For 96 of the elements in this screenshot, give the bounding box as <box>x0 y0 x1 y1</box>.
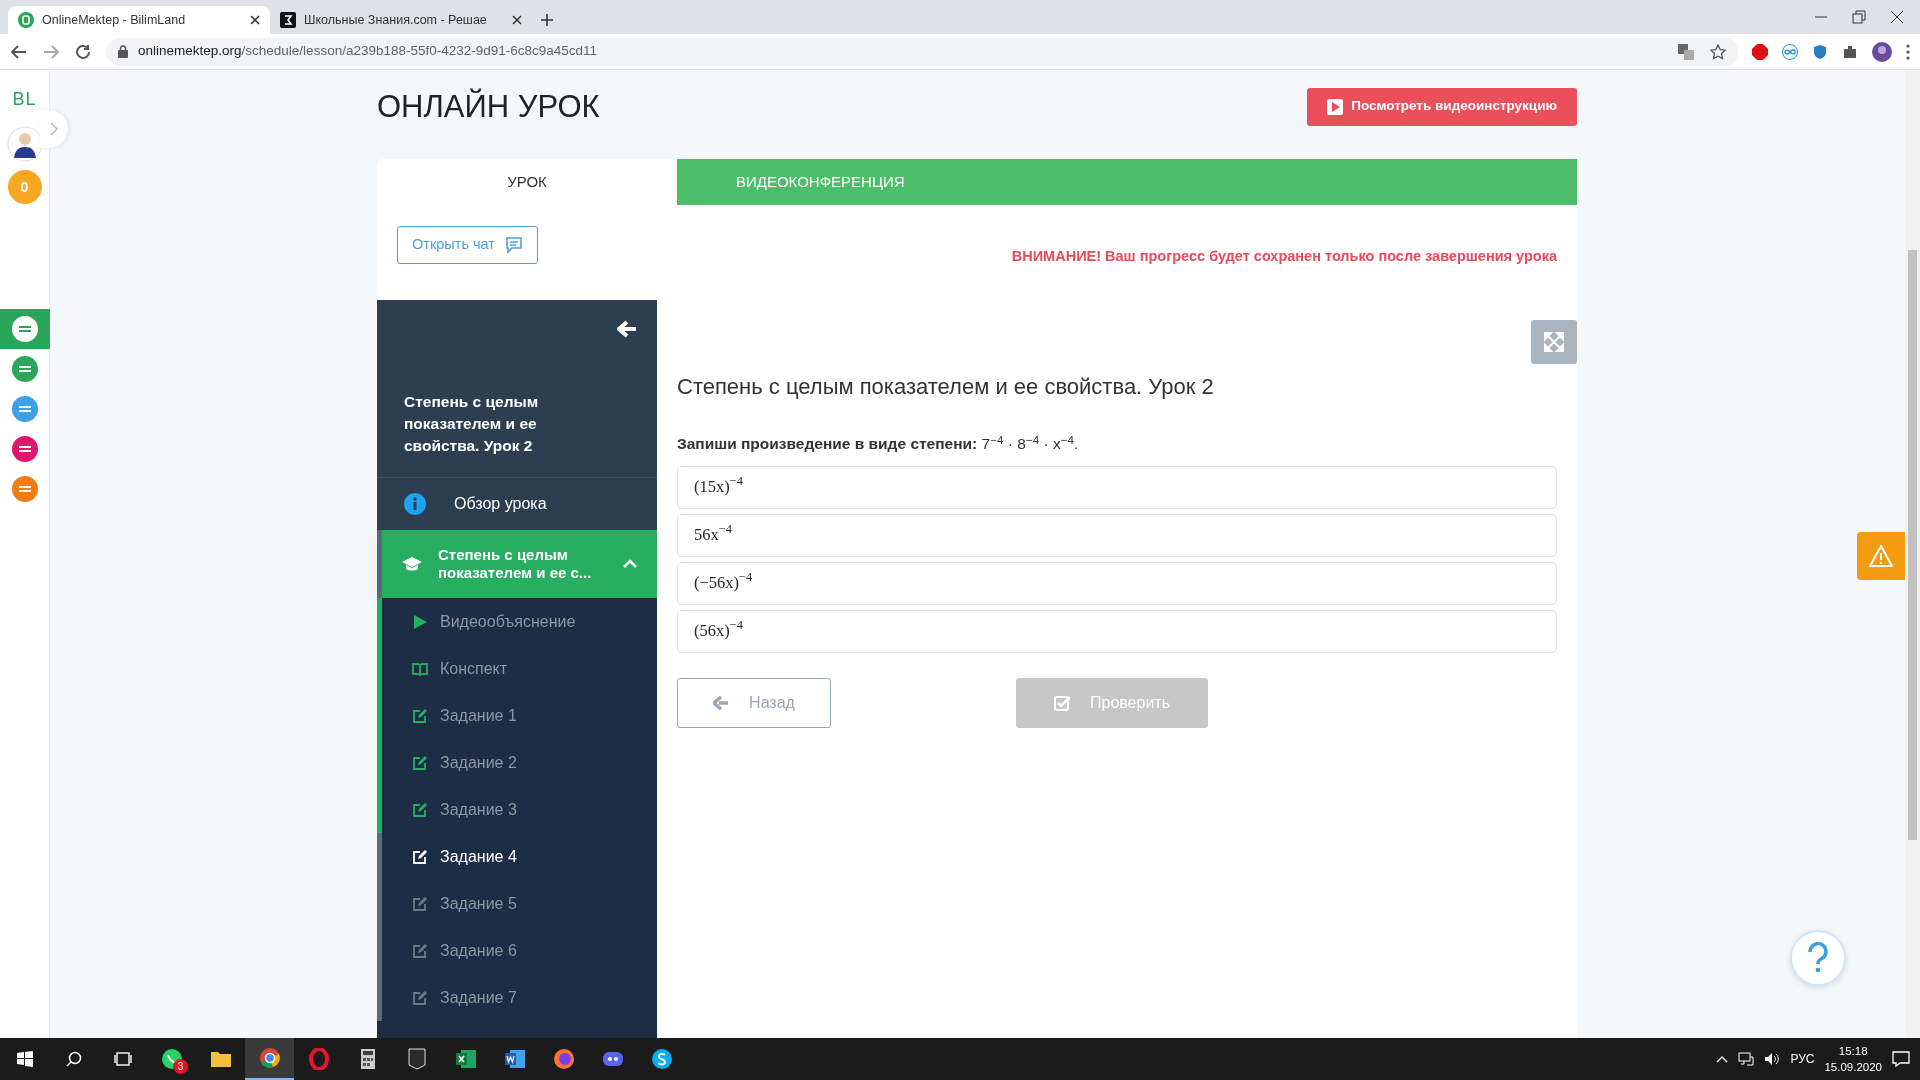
checkbox-icon <box>1054 694 1072 711</box>
taskbar-app[interactable]: 3 <box>147 1038 196 1080</box>
avatar-icon <box>6 126 43 162</box>
reload-icon[interactable] <box>74 42 92 61</box>
menu-icon[interactable] <box>1906 43 1910 60</box>
volume-icon[interactable] <box>1764 1052 1781 1066</box>
edit-icon <box>412 707 428 724</box>
warning-icon <box>1869 545 1893 567</box>
lock-icon <box>118 45 128 58</box>
document-icon <box>503 1048 526 1070</box>
page-title: ОНЛАЙН УРОК <box>377 87 600 126</box>
url-text: onlinemektep.org/schedule/lesson/a239b188-55f0-4232-9d91-6c8c9a45cd11 <box>138 42 598 61</box>
taskbar-app[interactable] <box>245 1038 294 1080</box>
app-logo <box>11 356 38 382</box>
app-logo <box>11 476 38 502</box>
graduation-cap-icon <box>402 556 422 572</box>
infinity-icon[interactable] <box>1782 43 1798 60</box>
answer-option[interactable]: (15x)$^{−4}$ <box>677 465 1557 509</box>
ring-icon <box>307 1048 330 1070</box>
question-icon <box>1807 942 1829 974</box>
notification-icon[interactable] <box>1892 1051 1910 1067</box>
logo[interactable]: BL <box>12 86 37 110</box>
app-shortcut[interactable] <box>0 309 50 349</box>
browser-tab[interactable]: Школьные Знания.com - Решае <box>270 6 532 34</box>
site-icon <box>18 12 34 28</box>
info-icon <box>404 493 426 515</box>
edit-icon <box>412 895 428 912</box>
answer-option[interactable]: 56x$^{−4}$ <box>677 513 1557 557</box>
open-chat-button[interactable]: Открыть чат <box>397 226 538 264</box>
restore-icon[interactable] <box>1852 10 1866 24</box>
clock-date[interactable]: 15.09.2020 <box>1824 1059 1882 1075</box>
app-logo <box>11 316 38 342</box>
chevron-icon <box>50 122 58 136</box>
address-bar[interactable]: onlinemektep.org/schedule/lesson/a239b188-55f0-4232-9d91-6c8c9a45cd11 <box>106 37 1738 66</box>
lesson-step[interactable]: Задание 2 <box>377 739 657 786</box>
answer-option[interactable]: (−56x)$^{−4}$ <box>677 561 1557 605</box>
edit-icon <box>412 848 428 865</box>
help-button[interactable] <box>1790 930 1846 986</box>
windows-icon <box>16 1051 33 1067</box>
edit-icon <box>412 942 428 959</box>
chat-icon <box>504 236 523 254</box>
back-icon[interactable] <box>10 42 28 61</box>
answer-option[interactable]: (56x)$^{−4}$ <box>677 609 1557 653</box>
chevron-icon <box>623 559 637 569</box>
language-indicator[interactable]: РУС <box>1790 1050 1815 1068</box>
lesson-step[interactable]: Задание 6 <box>377 927 657 974</box>
edit-icon <box>412 989 428 1006</box>
search-icon <box>65 1051 82 1067</box>
close-icon[interactable] <box>1890 10 1904 24</box>
close-icon[interactable] <box>512 15 522 25</box>
chevron-up-icon[interactable] <box>1716 1055 1729 1063</box>
expand-icon <box>1544 332 1564 352</box>
close-icon[interactable] <box>250 15 260 25</box>
arrow-left-icon <box>713 695 730 710</box>
edit-icon <box>412 754 428 771</box>
scrollbar[interactable] <box>1905 70 1920 1038</box>
chrome-icon <box>258 1047 281 1069</box>
profile-icon[interactable] <box>1872 41 1892 62</box>
browser-tab[interactable]: OnlineMektep - BilimLand <box>8 6 270 34</box>
coin-counter: 0 <box>7 170 42 204</box>
clock-time[interactable]: 15:18 <box>1824 1043 1882 1059</box>
lesson-step[interactable]: Задание 7 <box>377 974 657 1021</box>
lesson-tab[interactable]: ВИДЕОКОНФЕРЕНЦИЯ <box>677 159 1577 205</box>
app-logo <box>11 396 38 422</box>
back-button[interactable]: Назад <box>677 677 831 728</box>
question-text: Запиши произведение в виде степени: 7$^{−4}$ · 8$^{−4}$ · x$^{−4}$. <box>677 432 1080 455</box>
lesson-step[interactable]: Конспект <box>377 645 657 692</box>
lesson-tab[interactable]: УРОК <box>377 159 677 205</box>
lesson-step[interactable]: Задание 5 <box>377 880 657 927</box>
play-icon <box>1327 98 1344 115</box>
lesson-step[interactable]: Видеообъяснение <box>377 598 657 645</box>
book-icon <box>412 660 428 677</box>
warning-text: ВНИМАНИЕ! Ваш прогресс будет сохранен только после завершения урока <box>1011 247 1557 266</box>
puzzle-icon[interactable] <box>1842 43 1858 60</box>
overview-item[interactable]: Обзор урока <box>377 478 657 530</box>
lesson-name: Степень с целым показателем и ее свойства. Урок 2 <box>404 392 540 456</box>
site-icon <box>280 12 296 28</box>
spreadsheet-icon <box>454 1048 477 1070</box>
section-item[interactable]: Степень с целым показателем и ее с... <box>377 530 657 598</box>
lesson-step[interactable]: Задание 3 <box>377 786 657 833</box>
video-guide-button[interactable]: Посмотреть видеоинструкцию <box>1307 87 1577 126</box>
shield-icon[interactable] <box>1812 43 1828 60</box>
task-view-icon <box>113 1051 132 1067</box>
lesson-title: Степень с целым показателем и ее свойства. Урок 2 <box>677 374 1215 401</box>
play-icon <box>412 613 428 630</box>
shield-icon <box>405 1048 428 1070</box>
notification-badge: 3 <box>173 1059 188 1074</box>
stop-sign-icon[interactable] <box>1752 43 1768 60</box>
network-icon[interactable] <box>1738 1052 1755 1066</box>
s-bubble-icon <box>650 1048 673 1070</box>
back-arrow-icon[interactable] <box>617 320 637 338</box>
lesson-step[interactable]: Задание 1 <box>377 692 657 739</box>
star-icon[interactable] <box>1710 43 1726 60</box>
app-logo <box>11 436 38 462</box>
edit-icon <box>412 801 428 818</box>
lesson-step[interactable]: Задание 4 <box>377 833 657 880</box>
